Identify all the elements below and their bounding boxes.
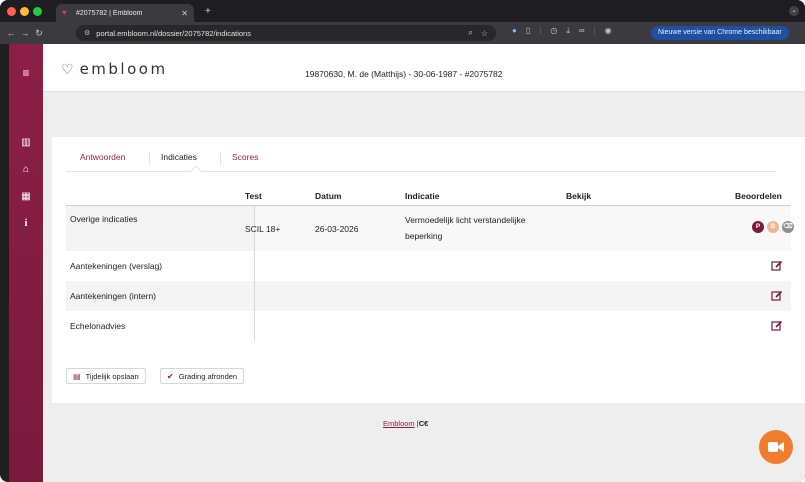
tab-divider-2 (220, 152, 221, 165)
browser-window: ♥ #2075782 | Embloom ✕ + ⌄ ← → ↻ ⚙ porta… (0, 0, 805, 482)
history-icon[interactable]: ◷ (550, 26, 557, 36)
row-divider (254, 311, 255, 341)
edit-icon[interactable] (771, 260, 783, 272)
zoom-icon[interactable]: ⌕ (468, 28, 472, 38)
embloom-favicon-icon: ♥ (62, 8, 67, 17)
row-label: Aantekeningen (verslag) (70, 261, 163, 271)
footer: Embloom |C€ (383, 419, 428, 428)
grade-b-badge[interactable]: B (767, 221, 779, 233)
folder-icon[interactable]: ⌂ (9, 164, 43, 175)
tab-indicaties[interactable]: Indicaties (161, 152, 197, 162)
new-tab-button[interactable]: + (205, 6, 211, 17)
datum-cell: 26-03-2026 (315, 224, 359, 234)
indicatie-cell-line2: beperking (405, 231, 443, 241)
tab-scores[interactable]: Scores (232, 152, 258, 162)
footer-link[interactable]: Embloom (383, 419, 415, 428)
extension-icons: ● ▯ | ◷ ⤓ ∞ | ◉ (512, 26, 612, 36)
patient-info: 19870630, M. de (Matthijs) - 30-06-1987 … (305, 69, 503, 79)
active-tab-indicator (190, 165, 202, 177)
finish-grading-button[interactable]: ✔ Grading afronden (160, 368, 245, 384)
delete-icon[interactable]: ⌫ (782, 221, 794, 233)
toolbar-divider: | (539, 26, 542, 35)
table-row: Echelonadvies (66, 311, 791, 341)
save-draft-button[interactable]: ▤ Tijdelijk opslaan (66, 368, 146, 384)
edit-icon[interactable] (771, 320, 783, 332)
tab-divider (149, 152, 150, 165)
forward-icon[interactable]: → (18, 28, 32, 38)
bookmark-star-icon[interactable]: ☆ (481, 29, 488, 38)
edit-icon[interactable] (771, 290, 783, 302)
menu-icon[interactable]: ≡ (9, 66, 43, 80)
column-header-beoordelen: Beoordelen (735, 191, 782, 201)
close-window-button[interactable] (7, 7, 16, 16)
column-header-indicatie: Indicatie (405, 191, 440, 201)
embloom-logo[interactable]: ♡ embloom (61, 60, 168, 78)
browser-toolbar: ← → ↻ ⚙ portal.embloom.nl/dossier/207578… (0, 22, 805, 44)
toolbar-divider-2: | (593, 26, 596, 35)
tab-title: #2075782 | Embloom (76, 9, 143, 17)
link-icon[interactable]: ∞ (579, 26, 585, 36)
back-icon[interactable]: ← (4, 28, 18, 38)
video-camera-icon (768, 442, 784, 452)
column-header-test: Test (245, 191, 262, 201)
indicatie-cell-line1: Vermoedelijk licht verstandelijke (405, 215, 526, 225)
minimize-window-button[interactable] (20, 7, 29, 16)
download-icon[interactable]: ⤓ (566, 26, 570, 36)
chart-icon[interactable]: ▥ (9, 137, 43, 148)
row-divider (254, 251, 255, 281)
tab-search-icon[interactable]: ⌄ (789, 6, 799, 16)
logo-text: embloom (79, 60, 168, 78)
ce-mark: C€ (418, 419, 429, 428)
extension-icon[interactable]: ● (512, 26, 517, 36)
reload-icon[interactable]: ↻ (32, 28, 46, 39)
tab-strip: ♥ #2075782 | Embloom ✕ + ⌄ (0, 0, 805, 22)
browser-tab[interactable]: ♥ #2075782 | Embloom ✕ (56, 4, 194, 22)
row-divider (254, 281, 255, 311)
close-tab-icon[interactable]: ✕ (181, 9, 188, 18)
address-bar[interactable]: ⚙ portal.embloom.nl/dossier/2075782/indi… (76, 25, 496, 41)
save-draft-label: Tijdelijk opslaan (85, 371, 139, 381)
indication-row-cells: SCIL 18+ 26-03-2026 Vermoedelijk licht v… (245, 206, 794, 251)
tab-bar: Antwoorden Indicaties Scores (66, 152, 776, 177)
finish-grading-label: Grading afronden (178, 371, 238, 381)
url-text: portal.embloom.nl/dossier/2075782/indica… (96, 28, 251, 38)
profile-icon[interactable]: ◉ (605, 26, 612, 36)
video-call-button[interactable] (759, 430, 793, 464)
row-label: Echelonadvies (70, 321, 126, 331)
zoom-window-button[interactable] (33, 7, 42, 16)
check-icon: ✔ (167, 371, 174, 381)
site-info-icon[interactable]: ⚙ (84, 29, 90, 37)
row-label: Aantekeningen (intern) (70, 291, 157, 301)
save-icon: ▤ (73, 371, 81, 381)
test-cell: SCIL 18+ (245, 224, 281, 234)
grade-p-badge[interactable]: P (752, 221, 764, 233)
app-header: ♡ embloom 19870630, M. de (Matthijs) - 3… (43, 44, 805, 92)
chrome-update-button[interactable]: Nieuwe versie van Chrome beschikbaar (651, 26, 789, 40)
column-header-bekijk: Bekijk (566, 191, 592, 201)
extensions-puzzle-icon[interactable]: ▯ (526, 26, 530, 36)
calendar-icon[interactable]: ▦ (9, 191, 43, 202)
tab-antwoorden[interactable]: Antwoorden (80, 152, 125, 162)
table-row: Aantekeningen (intern) (66, 281, 791, 311)
logo-mark-icon: ♡ (61, 60, 74, 77)
table-row: Aantekeningen (verslag) (66, 251, 791, 281)
indications-card: Antwoorden Indicaties Scores Test Datum … (52, 137, 805, 403)
row-label: Overige indicaties (70, 214, 138, 224)
info-icon[interactable]: i (9, 218, 43, 229)
left-rail: ≡ ▥ ⌂ ▦ i (9, 44, 43, 482)
column-header-datum: Datum (315, 191, 342, 201)
